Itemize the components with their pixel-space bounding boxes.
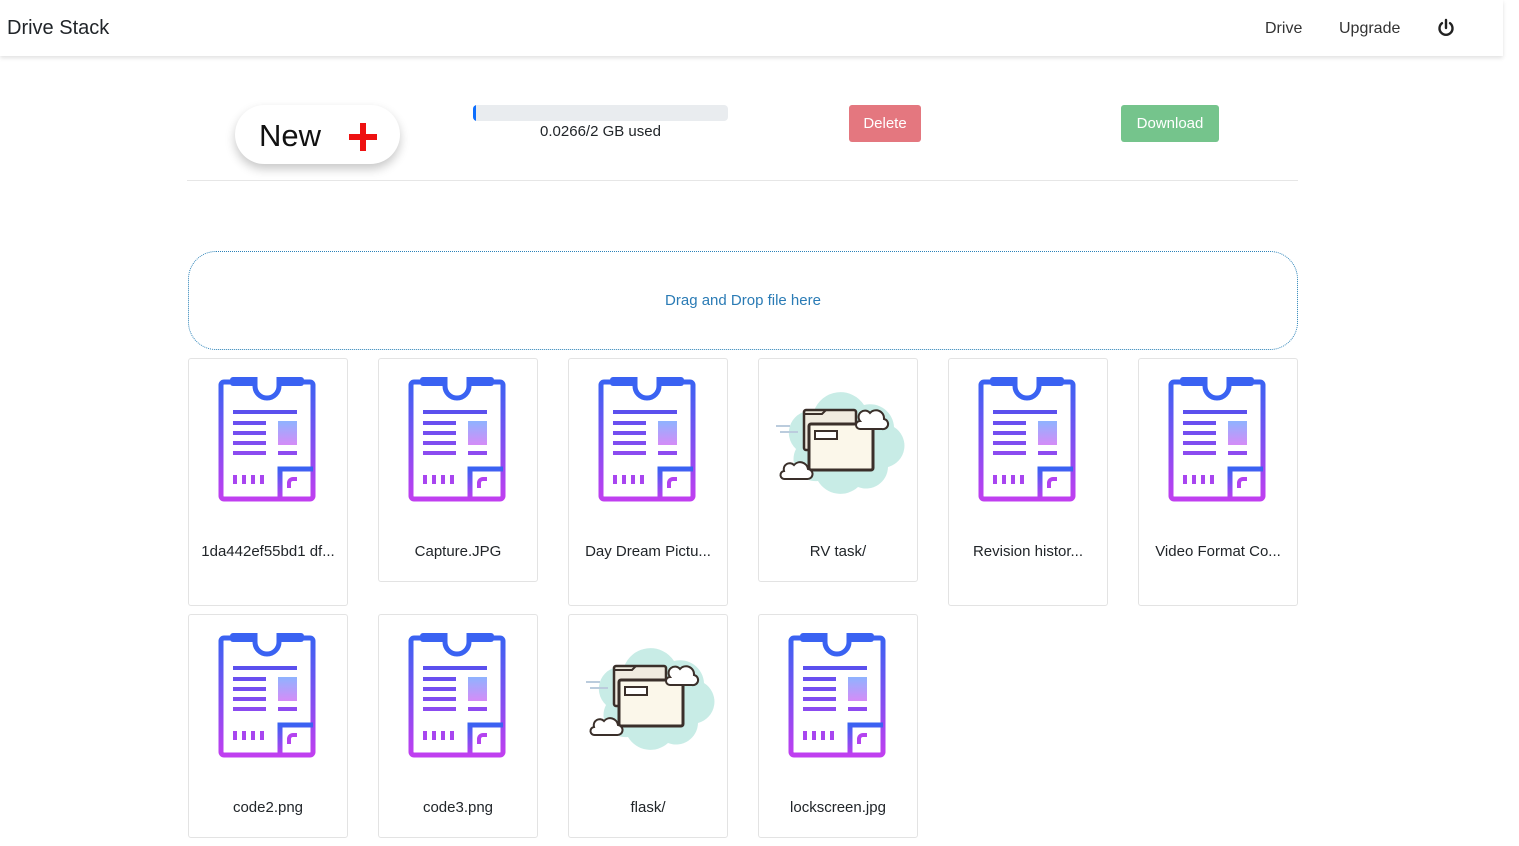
file-icon (759, 629, 917, 761)
nav-upgrade-link[interactable]: Upgrade (1339, 20, 1400, 38)
file-card[interactable]: Day Dream Pictu... (568, 358, 728, 606)
file-name: code2.png (232, 799, 304, 816)
file-icon (569, 373, 727, 505)
file-name: Revision histor... (972, 543, 1084, 560)
storage-progress-bar (473, 105, 728, 121)
delete-button[interactable]: Delete (849, 105, 921, 142)
file-icon (949, 373, 1107, 505)
file-name: 1da442ef55bd1 df... (201, 543, 335, 560)
file-icon (189, 629, 347, 761)
file-icon (379, 629, 537, 761)
folder-icon (569, 635, 727, 767)
file-name: Video Format Co... (1155, 543, 1281, 560)
file-card[interactable]: code2.png (188, 614, 348, 838)
file-card[interactable]: 1da442ef55bd1 df... (188, 358, 348, 606)
file-name: Day Dream Pictu... (585, 543, 711, 560)
file-card[interactable]: code3.png (378, 614, 538, 838)
file-name: lockscreen.jpg (790, 799, 886, 816)
storage-used-text: 0.0266/2 GB used (540, 123, 661, 140)
nav-drive-link[interactable]: Drive (1265, 20, 1302, 38)
file-icon (379, 373, 537, 505)
folder-card[interactable]: flask/ (568, 614, 728, 838)
file-card[interactable]: lockscreen.jpg (758, 614, 918, 838)
new-button-label: New (259, 118, 322, 153)
plus-icon (349, 123, 377, 151)
folder-icon (759, 379, 917, 511)
new-button[interactable]: New (235, 105, 400, 164)
file-card[interactable]: Capture.JPG (378, 358, 538, 582)
storage-progress-fill (473, 105, 477, 121)
file-card[interactable]: Video Format Co... (1138, 358, 1298, 606)
file-name: code3.png (422, 799, 494, 816)
file-name: flask/ (630, 799, 666, 816)
file-card[interactable]: Revision histor... (948, 358, 1108, 606)
file-icon (1139, 373, 1297, 505)
file-icon (189, 373, 347, 505)
power-icon[interactable] (1436, 18, 1456, 38)
toolbar-divider (187, 180, 1298, 181)
top-navbar: Drive Stack Drive Upgrade (0, 0, 1503, 56)
file-name: Capture.JPG (414, 543, 502, 560)
folder-card[interactable]: RV task/ (758, 358, 918, 582)
brand-title[interactable]: Drive Stack (7, 17, 109, 40)
dropzone-text: Drag and Drop file here (665, 292, 821, 309)
storage-usage: 0.0266/2 GB used (473, 105, 728, 140)
file-dropzone[interactable]: Drag and Drop file here (188, 251, 1298, 350)
file-name: RV task/ (809, 543, 867, 560)
download-button[interactable]: Download (1121, 105, 1219, 142)
